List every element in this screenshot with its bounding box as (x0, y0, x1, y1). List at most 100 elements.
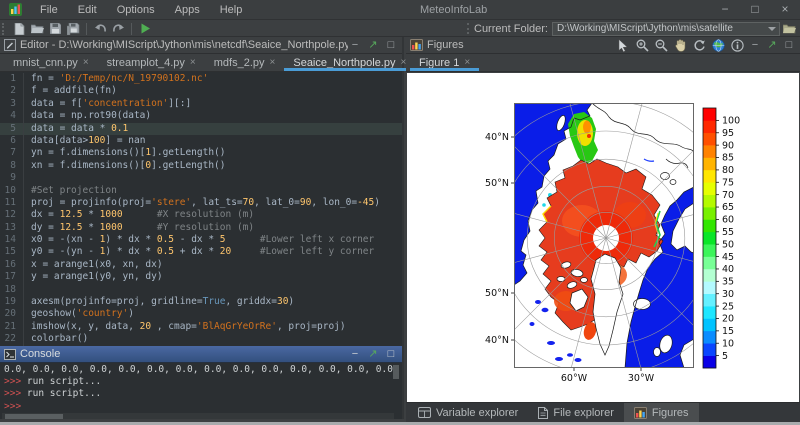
open-file-button[interactable] (28, 21, 46, 36)
open-folder-icon (31, 23, 44, 34)
code-text: imshow(x, y, data, 20 , cmap='BlAqGrYeOr… (31, 321, 346, 333)
console-output[interactable]: 0.0, 0.0, 0.0, 0.0, 0.0, 0.0, 0.0, 0.0, … (0, 364, 394, 413)
code-line[interactable]: 21 imshow(x, y, data, 20 , cmap='BlAqGrYe… (0, 321, 402, 333)
code-line[interactable]: 14x0 = -(xn - 1) * dx * 0.5 - dx * 5 #Lo… (0, 234, 402, 246)
code-line[interactable]: 3data = f['concentration'][:] (0, 98, 402, 110)
lat-tick-label: 40°N (485, 132, 509, 143)
editor-maximize-button[interactable]: □ (384, 38, 398, 52)
menu-item-help[interactable]: Help (210, 0, 253, 20)
window-maximize-button[interactable]: □ (740, 0, 770, 20)
code-line[interactable]: 17y = arange1(y0, yn, dy) (0, 271, 402, 283)
new-file-button[interactable] (10, 21, 28, 36)
variable-explorer-icon (418, 407, 431, 418)
code-line[interactable]: 15y0 = -(yn - 1) * dx * 0.5 + dx * 20 #L… (0, 246, 402, 258)
console-line: >>> run script... (0, 376, 394, 388)
code-line[interactable]: 8xn = f.dimensions()[0].getLength() (0, 160, 402, 172)
code-line[interactable]: 1fn = 'D:/Temp/nc/N_19790102.nc' (0, 73, 402, 85)
lat-tick-label: 50°N (485, 178, 509, 189)
browse-folder-button[interactable] (783, 23, 796, 37)
close-icon[interactable]: × (190, 57, 196, 68)
toolbar-separator (131, 23, 132, 35)
figures-minimize-button[interactable]: − (748, 38, 762, 52)
line-number: 9 (0, 172, 24, 184)
figure-tab-bar: Figure 1 × (406, 54, 800, 72)
code-line[interactable]: 7yn = f.dimensions()[1].getLength() (0, 147, 402, 159)
hand-icon (674, 39, 686, 52)
console-vertical-scrollbar[interactable] (393, 365, 399, 379)
undo-button[interactable] (91, 21, 109, 36)
console-float-button[interactable]: ↗ (366, 347, 380, 361)
code-line[interactable]: 10#Set projection (0, 185, 402, 197)
menu-item-apps[interactable]: Apps (165, 0, 210, 20)
current-folder-value: D:\Working\MIScript\Jython\mis\satellite (557, 23, 733, 34)
run-script-button[interactable] (136, 21, 154, 36)
info-tool-button[interactable] (729, 38, 745, 53)
colorbar-tick-label: 30 (722, 289, 734, 300)
close-icon[interactable]: × (270, 57, 276, 68)
code-text: dx = 12.5 * 1000 #X resolution (m) (31, 209, 254, 221)
menu-item-edit[interactable]: Edit (68, 0, 107, 20)
code-line[interactable]: 13 dy = 12.5 * 1000 #Y resolution (m) (0, 222, 402, 234)
globe-tool-button[interactable] (710, 38, 726, 53)
editor-tab-label: Seaice_Northpole.py (293, 57, 395, 69)
save-all-button[interactable] (64, 21, 82, 36)
editor-float-button[interactable]: ↗ (366, 38, 380, 52)
console-minimize-button[interactable]: − (348, 347, 362, 361)
zoom-out-tool-button[interactable] (653, 38, 669, 53)
code-line[interactable]: 20geoshow('country') (0, 308, 402, 320)
tab-variable-explorer[interactable]: Variable explorer (408, 403, 528, 422)
editor-icon (4, 39, 16, 51)
window-minimize-button[interactable]: − (710, 0, 740, 20)
pan-tool-button[interactable] (672, 38, 688, 53)
tab-mdfs_2-py[interactable]: mdfs_2.py× (205, 54, 285, 71)
menu-item-file[interactable]: File (30, 0, 68, 20)
zoom-in-tool-button[interactable] (634, 38, 650, 53)
tab-mnist_cnn-py[interactable]: mnist_cnn.py× (4, 54, 98, 71)
code-line[interactable]: 4data = np.rot90(data) (0, 110, 402, 122)
code-line[interactable]: 5data = data * 0.1 (0, 123, 402, 135)
rotate-icon (693, 39, 706, 52)
editor-minimize-button[interactable]: − (348, 38, 362, 52)
line-number: 17 (0, 271, 24, 283)
code-line[interactable]: 6data[data>100] = nan (0, 135, 402, 147)
current-folder-combobox[interactable]: D:\Working\MIScript\Jython\mis\satellite (552, 22, 780, 36)
code-line[interactable]: 2f = addfile(fn) (0, 85, 402, 97)
line-number: 13 (0, 222, 24, 234)
tab-figure-1[interactable]: Figure 1 × (410, 54, 479, 71)
undo-icon (94, 23, 107, 34)
rotate-tool-button[interactable] (691, 38, 707, 53)
close-icon[interactable]: × (83, 57, 89, 68)
line-number: 10 (0, 185, 24, 197)
tab-file-explorer[interactable]: File explorer (528, 403, 624, 422)
code-line[interactable]: 11proj = projinfo(proj='stere', lat_ts=7… (0, 197, 402, 209)
window-close-button[interactable]: × (770, 0, 800, 20)
select-tool-button[interactable] (615, 38, 631, 53)
code-line[interactable]: 19axesm(projinfo=proj, gridline=True, gr… (0, 296, 402, 308)
figures-maximize-button[interactable]: □ (782, 38, 796, 52)
colorbar-tick-label: 65 (722, 202, 734, 213)
line-number: 21 (0, 321, 24, 333)
tab-figures[interactable]: Figures (624, 403, 699, 422)
figures-float-button[interactable]: ↗ (765, 38, 779, 52)
code-line[interactable]: 22colorbar() (0, 333, 402, 345)
code-line[interactable]: 16x = arange1(x0, xn, dx) (0, 259, 402, 271)
line-number: 7 (0, 147, 24, 159)
redo-button[interactable] (109, 21, 127, 36)
tab-seaice_northpole-py[interactable]: Seaice_Northpole.py× (284, 54, 415, 71)
console-maximize-button[interactable]: □ (384, 347, 398, 361)
tab-streamplot_4-py[interactable]: streamplot_4.py× (98, 54, 205, 71)
code-line[interactable]: 18 (0, 284, 402, 296)
console-text: run script... (27, 376, 101, 387)
save-all-icon (67, 23, 80, 35)
figure-canvas[interactable]: 40°N50°N50°N40°N60°W30°W 100959085807570… (407, 73, 799, 402)
close-icon[interactable]: × (464, 57, 470, 68)
chevron-down-icon[interactable] (768, 27, 776, 31)
code-line[interactable]: 12dx = 12.5 * 1000 #X resolution (m) (0, 209, 402, 221)
code-text: dy = 12.5 * 1000 #Y resolution (m) (31, 222, 254, 234)
code-editor[interactable]: 1fn = 'D:/Temp/nc/N_19790102.nc'2f = add… (0, 73, 402, 346)
save-button[interactable] (46, 21, 64, 36)
title-bar: FileEditOptionsAppsHelp MeteoInfoLab − □… (0, 0, 800, 20)
code-line[interactable]: 9 (0, 172, 402, 184)
menu-item-options[interactable]: Options (107, 0, 165, 20)
code-text: colorbar() (31, 333, 88, 345)
